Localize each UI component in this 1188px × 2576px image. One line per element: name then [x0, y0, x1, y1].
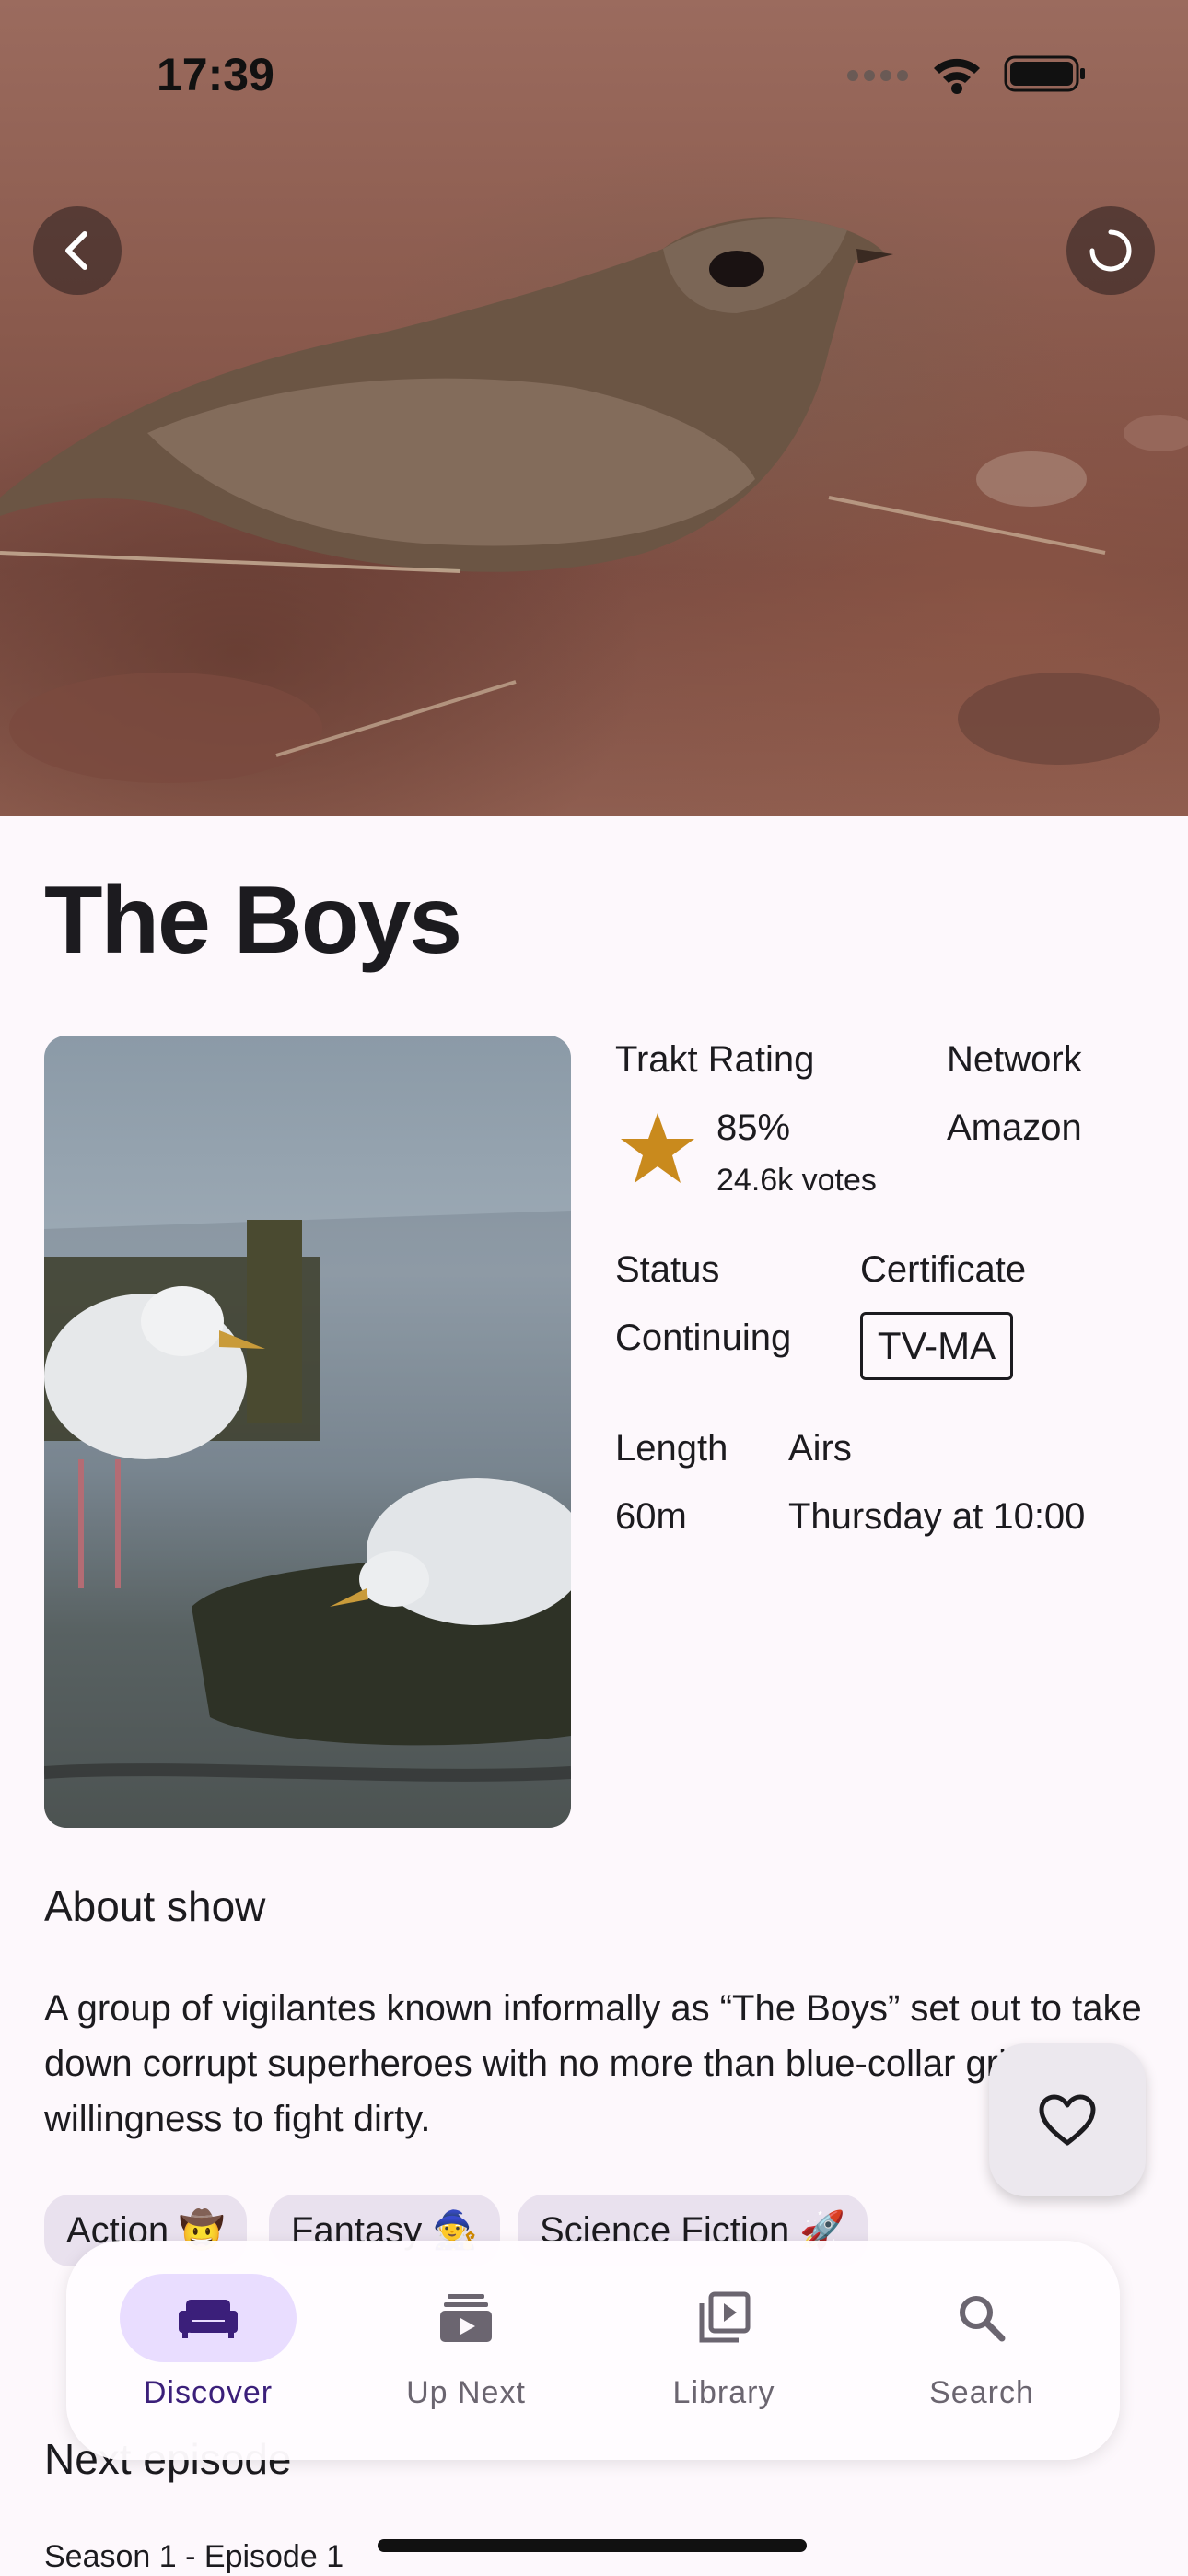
about-heading: About show	[44, 1882, 266, 1930]
bird-photo	[0, 217, 1188, 783]
nav-label-library: Library	[672, 2375, 775, 2410]
certificate-label: Certificate	[860, 1249, 1027, 1290]
nav-item-search[interactable]: Search	[862, 2241, 1101, 2460]
favorite-button[interactable]	[989, 2043, 1146, 2196]
refresh-button[interactable]	[1066, 206, 1155, 295]
trakt-rating-label: Trakt Rating	[615, 1039, 815, 1080]
network-label: Network	[947, 1039, 1082, 1080]
about-description: A group of vigilantes known informally a…	[44, 1988, 1142, 2139]
search-icon	[960, 2296, 1006, 2342]
airs-value: Thursday at 10:00	[788, 1496, 1086, 1537]
status-time: 17:39	[157, 49, 274, 100]
nav-label-search: Search	[929, 2375, 1034, 2410]
heart-icon	[1039, 2094, 1096, 2146]
wifi-icon	[934, 58, 980, 94]
rating-value: 85%	[716, 1107, 791, 1148]
nav-label-discover: Discover	[143, 2375, 274, 2410]
star-icon	[621, 1113, 694, 1183]
length-value: 60m	[615, 1496, 687, 1537]
back-button[interactable]	[33, 206, 122, 295]
nav-item-up-next[interactable]: Up Next	[346, 2241, 586, 2460]
status-icons	[845, 53, 1087, 94]
sofa-icon	[179, 2300, 238, 2338]
nav-item-library[interactable]: Library	[604, 2241, 844, 2460]
votes-count: 24.6k votes	[716, 1163, 877, 1198]
poster-image	[44, 1211, 571, 1828]
airs-label: Airs	[788, 1428, 852, 1469]
nav-pill-library	[635, 2274, 812, 2362]
battery-icon	[1004, 55, 1085, 92]
hero-image: 17:39	[0, 0, 1188, 816]
page-title: The Boys	[44, 867, 462, 974]
status-value: Continuing	[615, 1317, 792, 1358]
chevron-left-icon	[65, 231, 87, 270]
home-indicator[interactable]	[378, 2539, 807, 2552]
length-label: Length	[615, 1428, 728, 1469]
nav-pill-search	[893, 2274, 1070, 2362]
bottom-navigation: Discover Up Next Library Search	[66, 2241, 1120, 2460]
signal-icon	[847, 70, 908, 81]
nav-pill-up-next	[378, 2274, 554, 2362]
next-episode-label[interactable]: Season 1 - Episode 1	[44, 2539, 344, 2575]
nav-label-up-next: Up Next	[406, 2375, 526, 2410]
nav-item-discover[interactable]: Discover	[88, 2241, 328, 2460]
video-stack-icon	[440, 2294, 492, 2342]
network-value: Amazon	[947, 1107, 1082, 1148]
nav-pill-discover	[120, 2274, 297, 2362]
loading-icon	[1089, 229, 1132, 272]
certificate-badge: TV-MA	[860, 1312, 1013, 1380]
video-library-icon	[699, 2291, 751, 2343]
status-label: Status	[615, 1249, 720, 1290]
show-poster	[44, 1036, 571, 1828]
